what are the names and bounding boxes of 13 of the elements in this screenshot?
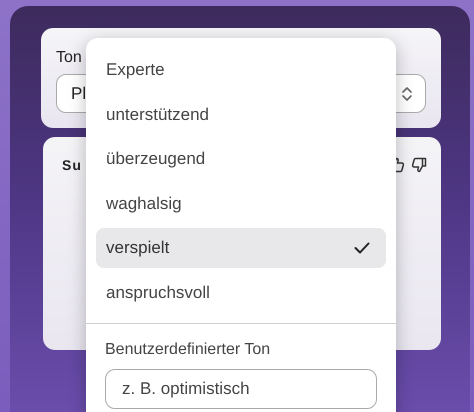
tone-label: Ton [56,48,83,68]
chevron-updown-icon [401,84,413,102]
suggestion-title: Su [62,157,82,173]
checkmark-icon [354,242,370,254]
tone-option[interactable]: unterstützend [96,94,386,135]
custom-tone-field[interactable]: z. B. optimistisch [105,368,377,409]
tone-option[interactable]: verspielt [96,228,386,268]
custom-tone-label: Benutzerdefinierter Ton [105,340,272,360]
tone-option[interactable]: waghalsig [96,184,386,224]
thumbs-down-icon[interactable] [411,157,427,173]
tone-option[interactable]: Experte [96,50,386,90]
tone-option[interactable]: anspruchsvoll [96,272,386,313]
tone-option[interactable]: überzeugend [96,139,386,180]
